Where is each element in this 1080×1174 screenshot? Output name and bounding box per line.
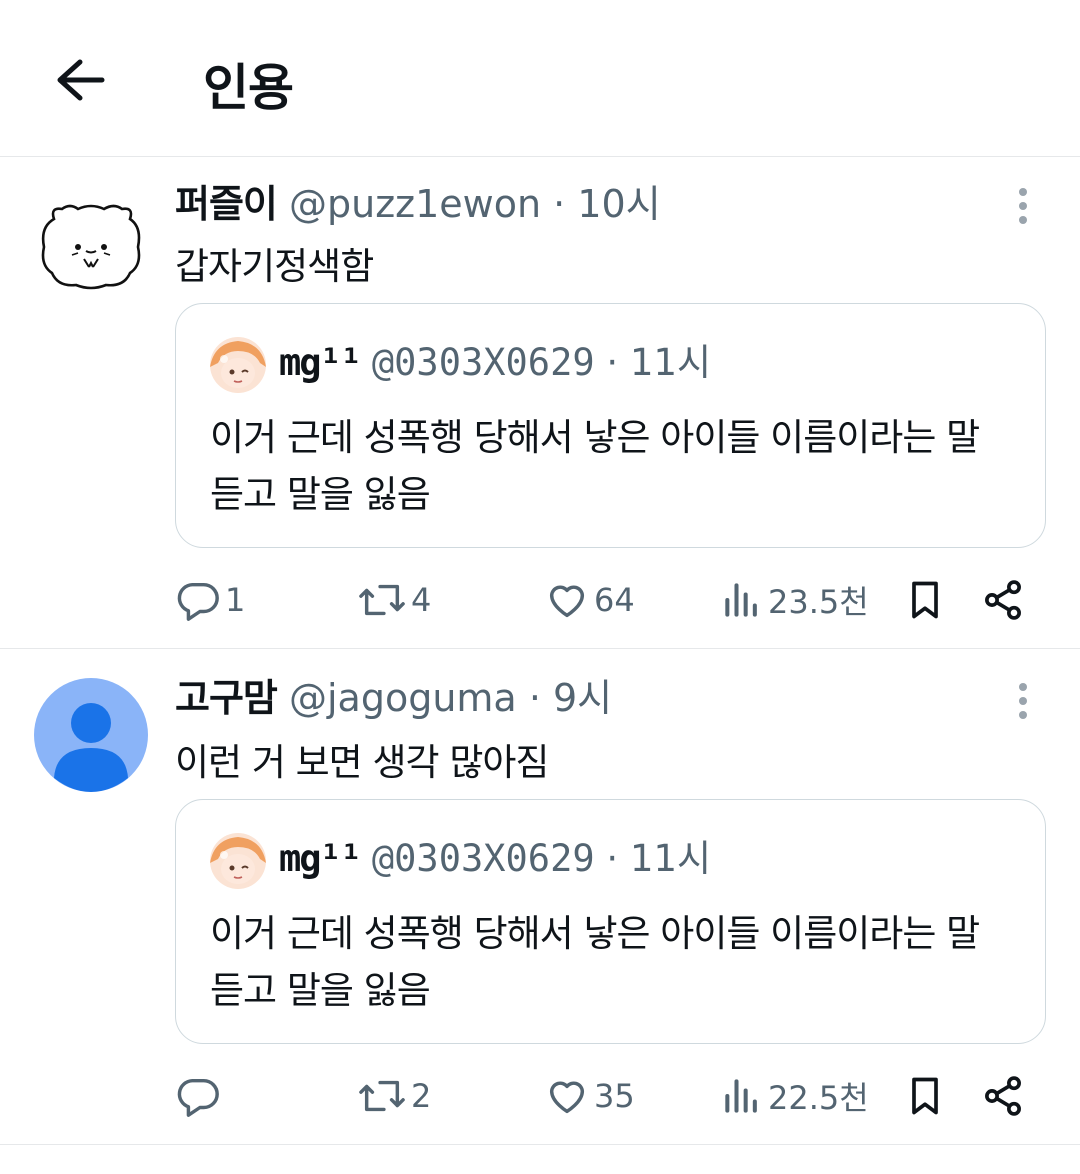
more-options-button[interactable] — [1006, 181, 1040, 231]
quoted-timestamp: 11시 — [629, 837, 712, 880]
more-options-button[interactable] — [1006, 676, 1040, 726]
quoted-header: mg¹¹ @0303X0629 · 11시 — [279, 344, 711, 381]
separator-dot: · — [606, 341, 619, 384]
more-vertical-icon — [1019, 188, 1027, 224]
page-title: 인용 — [203, 59, 294, 117]
retweet-icon — [359, 1080, 405, 1112]
display-name[interactable]: 고구맘 — [175, 676, 278, 720]
like-count: 64 — [594, 581, 635, 619]
share-icon — [985, 580, 1021, 620]
tweet[interactable]: 퍼즐이 @puzz1ewon · 10시 갑자기정색함 mg¹¹ @0303X0… — [0, 159, 1080, 649]
views-icon — [725, 1079, 757, 1113]
quoted-avatar[interactable] — [210, 833, 266, 889]
quoted-display-name: mg¹¹ — [279, 341, 362, 384]
tweet[interactable]: 고구맘 @jagoguma · 9시 이런 거 보면 생각 많아짐 mg¹¹ @… — [0, 651, 1080, 1145]
views-button[interactable]: 22.5천 — [720, 1071, 869, 1121]
quoted-user-handle: @0303X0629 — [371, 837, 595, 880]
reply-button[interactable] — [175, 1071, 225, 1121]
heart-icon — [549, 1081, 585, 1114]
like-button[interactable]: 35 — [544, 1071, 635, 1121]
share-button[interactable] — [981, 1071, 1025, 1121]
reply-count: 1 — [225, 581, 246, 619]
reply-icon — [177, 1078, 219, 1117]
tweet-text: 갑자기정색함 — [175, 245, 374, 288]
anime-avatar-icon — [210, 337, 266, 393]
quoted-timestamp: 11시 — [629, 341, 712, 384]
quoted-text: 이거 근데 성폭행 당해서 낳은 아이들 이름이라는 말 듣고 말을 잃음 — [210, 416, 980, 516]
hamster-avatar-icon — [34, 193, 148, 307]
share-button[interactable] — [981, 575, 1025, 625]
timestamp[interactable]: 10시 — [577, 182, 660, 226]
reply-icon — [177, 582, 219, 621]
separator-dot: · — [528, 676, 541, 720]
tweet-header: 고구맘 @jagoguma · 9시 — [175, 679, 612, 717]
bookmark-icon — [912, 1077, 938, 1115]
quoted-tweet[interactable]: mg¹¹ @0303X0629 · 11시 이거 근데 성폭행 당해서 낳은 아… — [175, 799, 1046, 1044]
anime-avatar-icon — [210, 833, 266, 889]
quoted-avatar[interactable] — [210, 337, 266, 393]
view-count: 23.5천 — [768, 583, 869, 621]
back-button[interactable] — [50, 52, 110, 108]
top-bar: 인용 — [0, 0, 1080, 157]
views-button[interactable]: 23.5천 — [720, 575, 869, 625]
separator-dot: · — [606, 837, 619, 880]
bookmark-button[interactable] — [903, 1071, 947, 1121]
user-handle[interactable]: @puzz1ewon — [289, 182, 541, 226]
like-count: 35 — [594, 1077, 635, 1115]
action-bar: 2 35 22.5천 — [175, 1071, 1035, 1121]
display-name[interactable]: 퍼즐이 — [175, 182, 278, 226]
views-icon — [725, 583, 757, 617]
timestamp[interactable]: 9시 — [553, 676, 612, 720]
action-bar: 1 4 64 23.5천 — [175, 575, 1035, 625]
quoted-tweet[interactable]: mg¹¹ @0303X0629 · 11시 이거 근데 성폭행 당해서 낳은 아… — [175, 303, 1046, 548]
quoted-text: 이거 근데 성폭행 당해서 낳은 아이들 이름이라는 말 듣고 말을 잃음 — [210, 912, 980, 1012]
default-user-avatar-icon — [34, 678, 148, 792]
tweet-text: 이런 거 보면 생각 많아짐 — [175, 741, 549, 784]
view-count: 22.5천 — [768, 1079, 869, 1117]
retweet-button[interactable]: 4 — [357, 575, 431, 625]
share-icon — [985, 1076, 1021, 1116]
bookmark-icon — [912, 581, 938, 619]
retweet-count: 2 — [411, 1077, 432, 1115]
user-handle[interactable]: @jagoguma — [289, 676, 517, 720]
tweet-header: 퍼즐이 @puzz1ewon · 10시 — [175, 185, 661, 223]
more-vertical-icon — [1019, 683, 1027, 719]
retweet-icon — [359, 584, 405, 616]
reply-button[interactable]: 1 — [175, 575, 245, 625]
separator-dot: · — [553, 182, 566, 226]
avatar[interactable] — [34, 193, 148, 307]
retweet-count: 4 — [411, 581, 432, 619]
quoted-user-handle: @0303X0629 — [371, 341, 595, 384]
arrow-left-icon — [57, 59, 105, 101]
heart-icon — [549, 585, 585, 618]
like-button[interactable]: 64 — [544, 575, 635, 625]
retweet-button[interactable]: 2 — [357, 1071, 431, 1121]
bookmark-button[interactable] — [903, 575, 947, 625]
avatar[interactable] — [34, 678, 148, 792]
quoted-display-name: mg¹¹ — [279, 837, 362, 880]
quoted-header: mg¹¹ @0303X0629 · 11시 — [279, 840, 711, 877]
